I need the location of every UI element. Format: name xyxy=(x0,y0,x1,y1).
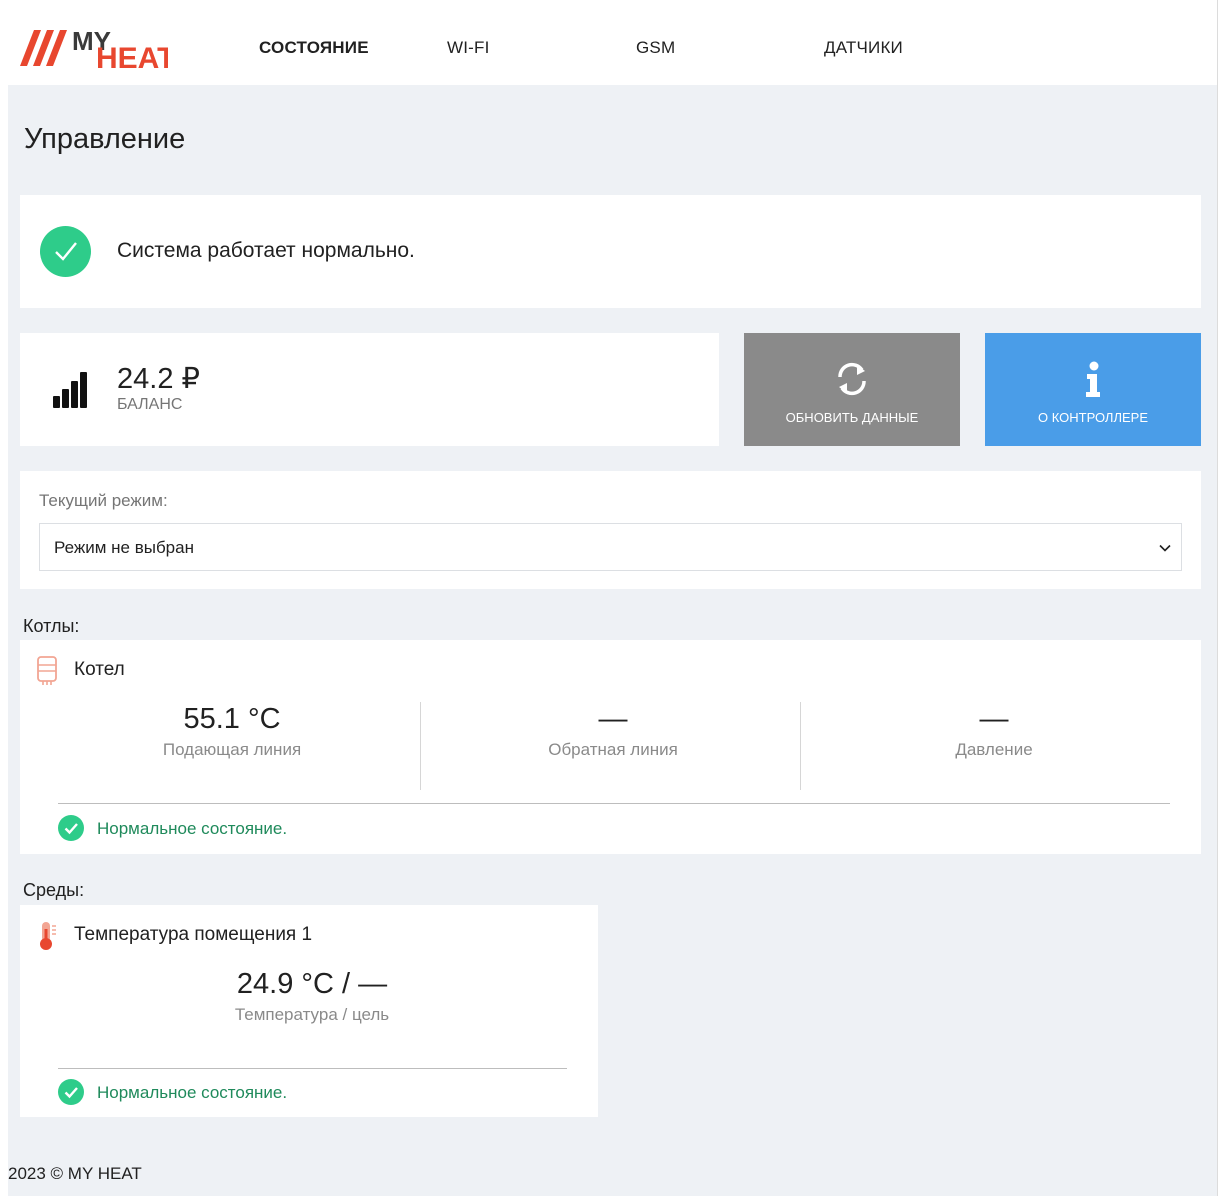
return-line-label: Обратная линия xyxy=(548,740,678,759)
chevron-down-icon xyxy=(1159,541,1171,559)
page-title: Управление xyxy=(24,123,186,155)
supply-line-metric: 55.1 °C Подающая линия xyxy=(42,700,422,760)
check-circle-icon xyxy=(58,1079,84,1105)
top-navbar: MY HEAT СОСТОЯНИЕ WI-FI GSM ДАТЧИКИ xyxy=(0,0,1217,85)
refresh-data-label: ОБНОВИТЬ ДАННЫЕ xyxy=(785,410,919,425)
pressure-metric: — Давление xyxy=(804,700,1184,760)
divider xyxy=(58,1068,567,1069)
supply-line-value: 55.1 °C xyxy=(183,703,281,735)
environment-state-text: Нормальное состояние. xyxy=(97,1083,288,1102)
about-controller-label: О КОНТРОЛЛЕРЕ xyxy=(1037,410,1149,425)
boiler-icon xyxy=(36,656,58,691)
system-status-card: Система работает нормально. xyxy=(20,195,1201,308)
nav-item-status[interactable]: СОСТОЯНИЕ xyxy=(259,38,369,58)
environment-card: Температура помещения 1 24.9 °C / — Темп… xyxy=(20,905,598,1117)
mode-card: Текущий режим: Режим не выбран xyxy=(20,471,1201,589)
divider xyxy=(58,803,1170,804)
balance-label: БАЛАНС xyxy=(117,396,183,413)
boiler-name: Котел xyxy=(74,659,125,680)
room-temperature-label: Температура / цель xyxy=(234,1005,390,1024)
thermometer-icon xyxy=(36,921,58,956)
metric-divider xyxy=(800,702,801,790)
environment-name: Температура помещения 1 xyxy=(74,924,313,945)
supply-line-label: Подающая линия xyxy=(162,740,302,759)
boiler-card: Котел 55.1 °C Подающая линия — Обратная … xyxy=(20,640,1201,854)
mode-select-value: Режим не выбран xyxy=(54,538,194,557)
room-temperature-value: 24.9 °C / — xyxy=(236,968,388,1000)
system-status-text: Система работает нормально. xyxy=(117,239,415,262)
boilers-section-label: Котлы: xyxy=(23,616,80,636)
metric-divider xyxy=(420,702,421,790)
logo-text-bottom: HEAT xyxy=(96,42,168,72)
about-controller-button[interactable]: О КОНТРОЛЛЕРЕ xyxy=(985,333,1201,446)
boiler-state-text: Нормальное состояние. xyxy=(97,819,288,838)
nav-item-gsm[interactable]: GSM xyxy=(636,38,675,58)
mode-label: Текущий режим: xyxy=(39,491,168,510)
balance-card: 24.2 ₽ БАЛАНС xyxy=(20,333,719,446)
nav-item-sensors[interactable]: ДАТЧИКИ xyxy=(824,38,903,58)
pressure-value: — xyxy=(979,703,1009,735)
info-icon xyxy=(1083,361,1103,402)
environments-section-label: Среды: xyxy=(23,880,85,900)
mode-select[interactable]: Режим не выбран xyxy=(39,523,1182,571)
check-circle-icon xyxy=(40,226,91,277)
pressure-label: Давление xyxy=(955,740,1033,759)
nav-item-wifi[interactable]: WI-FI xyxy=(447,38,490,58)
signal-strength-icon xyxy=(52,370,92,415)
return-line-metric: — Обратная линия xyxy=(423,700,803,760)
refresh-icon xyxy=(832,361,872,400)
myheat-logo[interactable]: MY HEAT xyxy=(8,26,175,75)
balance-value: 24.2 ₽ xyxy=(117,363,200,395)
return-line-value: — xyxy=(598,703,628,735)
refresh-data-button[interactable]: ОБНОВИТЬ ДАННЫЕ xyxy=(744,333,960,446)
footer-copyright: 2023 © MY HEAT xyxy=(8,1164,142,1183)
check-circle-icon xyxy=(58,815,84,841)
room-temperature-metric: 24.9 °C / — Температура / цель xyxy=(122,965,502,1025)
